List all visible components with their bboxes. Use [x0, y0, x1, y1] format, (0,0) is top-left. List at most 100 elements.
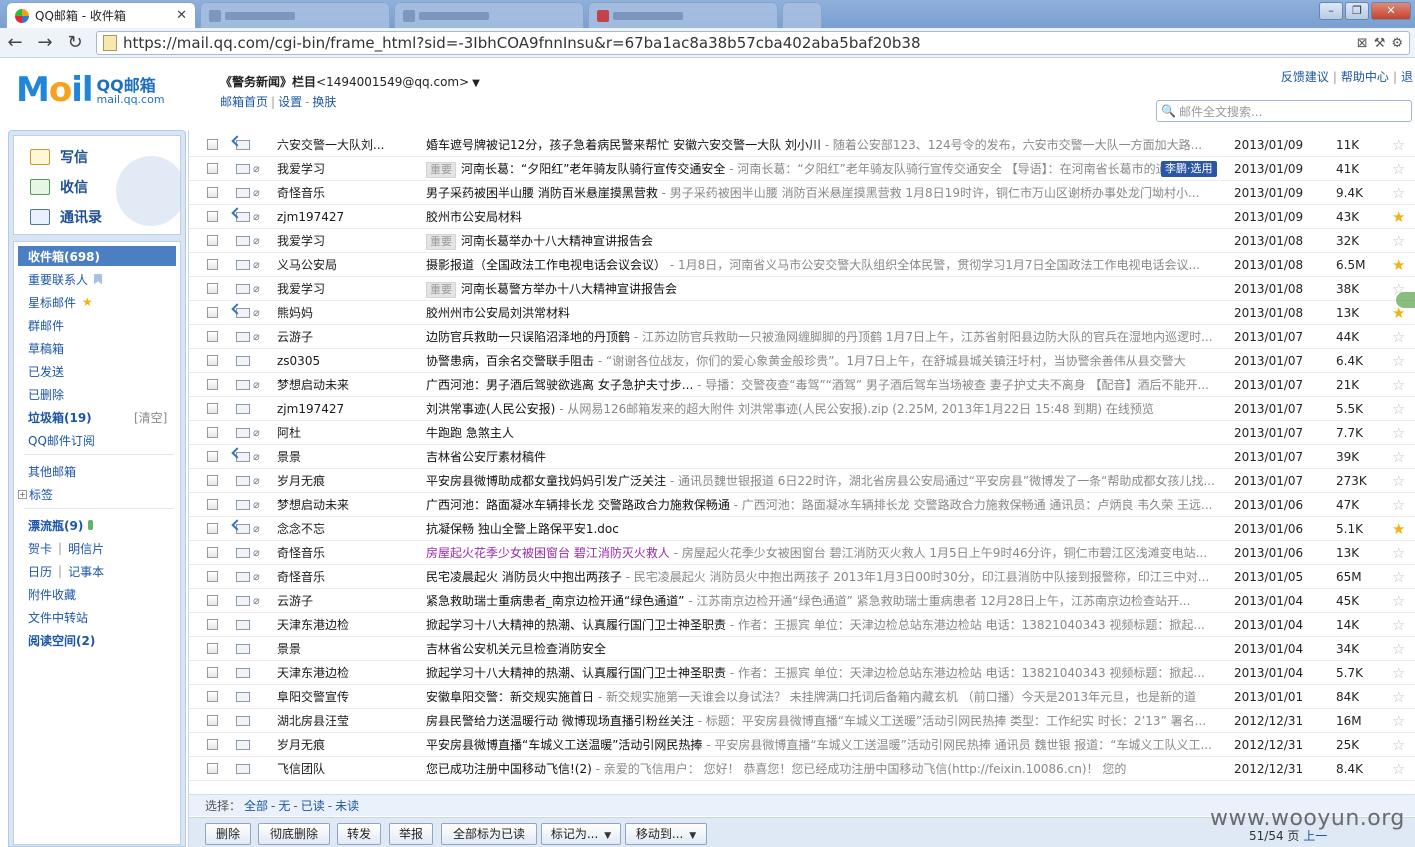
row-checkbox[interactable]: [207, 235, 218, 246]
delete-button[interactable]: 删除: [205, 823, 251, 845]
close-icon[interactable]: ✕: [176, 8, 187, 23]
mail-subject[interactable]: 广西河池：男子酒后驾驶欲逃离 女子急护夫寸步... - 导播：交警夜查“毒驾”“…: [426, 376, 1219, 393]
row-checkbox[interactable]: [207, 667, 218, 678]
table-row[interactable]: 岁月无痕 平安房县微博直播“车城义工送温暖”活动引网民热捧 - 平安房县微博直播“…: [189, 733, 1415, 757]
table-row[interactable]: ⌀ 我爱学习 重要 河南长葛：“夕阳红”老年骑友队骑行宣传交通安全 - 河南长葛：“夕…: [189, 157, 1415, 181]
row-checkbox[interactable]: [207, 547, 218, 558]
mail-subject[interactable]: 房县民警给力送温暖行动 微博现场直播引粉丝关注 - 标题：平安房县微博直播“车城…: [426, 712, 1219, 729]
table-row[interactable]: 飞信团队 您已成功注册中国移动飞信!(2) - 亲爱的飞信用户： 您好！ 恭喜您！…: [189, 757, 1415, 781]
table-row[interactable]: ⌀ 奇怪音乐 房屋起火花季少女被困窗台 碧江消防灭火救人 - 房屋起火花季少女被困窗…: [189, 541, 1415, 565]
star-icon[interactable]: ☆: [1392, 472, 1405, 490]
star-icon[interactable]: ☆: [1392, 568, 1405, 586]
table-row[interactable]: ⌀ 梦想启动未来 广西河池：男子酒后驾驶欲逃离 女子急护夫寸步... - 导播：交警…: [189, 373, 1415, 397]
table-row[interactable]: ⌀ 云游子 紧急救助瑞士重病患者_南京边检开通“绿色通道” - 江苏南京边检开通“绿…: [189, 589, 1415, 613]
star-icon[interactable]: ☆: [1392, 640, 1405, 658]
mail-subject[interactable]: 您已成功注册中国移动飞信!(2) - 亲爱的飞信用户： 您好！ 恭喜您！您已经成…: [426, 760, 1219, 777]
calendar-link[interactable]: 日历: [28, 563, 52, 580]
folder-group-mail[interactable]: 群邮件: [28, 315, 64, 335]
postcards-link[interactable]: 明信片: [68, 540, 104, 557]
mail-subject[interactable]: 胶州市公安局材料: [426, 208, 1219, 225]
mail-subject[interactable]: 摄影报道（全国政法工作电视电话会议会议） - 1月8日，河南省义马市公安交警大队…: [426, 256, 1219, 273]
mail-subject[interactable]: 边防官兵救助一只误陷沼泽地的丹顶鹤 - 江苏边防官兵救助一只被渔网缠脚脚的丹顶鹤…: [426, 328, 1219, 345]
logout-link[interactable]: 退: [1401, 70, 1413, 84]
table-row[interactable]: 天津东港边检 掀起学习十八大精神的热潮、认真履行国门卫士神圣职责 - 作者：王振宾…: [189, 661, 1415, 685]
folder-tags[interactable]: + 标签: [18, 484, 53, 504]
mail-subject[interactable]: 民宅凌晨起火 消防员火中抱出两孩子 - 民宅凌晨起火 消防员火中抱出两孩子 20…: [426, 568, 1219, 585]
reload-icon[interactable]: ↻: [64, 32, 86, 54]
back-arrow-icon[interactable]: ←: [4, 32, 26, 54]
row-checkbox[interactable]: [207, 523, 218, 534]
table-row[interactable]: ⌀ 义马公安局 摄影报道（全国政法工作电视电话会议会议） - 1月8日，河南省义马市…: [189, 253, 1415, 277]
settings-link[interactable]: 设置: [278, 95, 302, 109]
row-checkbox[interactable]: [207, 691, 218, 702]
table-row[interactable]: zs0305 协警患病，百余名交警联手阻击 - “谢谢各位战友，你们的爱心象黄金般…: [189, 349, 1415, 373]
table-row[interactable]: zjm197427 刘洪常事迹(人民公安报) - 从网易126邮箱发来的超大附件 …: [189, 397, 1415, 421]
mail-subject[interactable]: 房屋起火花季少女被困窗台 碧江消防灭火救人 - 房屋起火花季少女被困窗台 碧江消…: [426, 544, 1219, 561]
mark-as-dropdown[interactable]: 标记为... ▼: [541, 823, 621, 845]
mail-subject[interactable]: 掀起学习十八大精神的热潮、认真履行国门卫士神圣职责 - 作者：王振宾 单位：天津…: [426, 664, 1219, 681]
url-input[interactable]: https://mail.qq.com/cgi-bin/frame_html?s…: [96, 31, 1410, 55]
browser-tab-active[interactable]: QQ邮箱 - 收件箱 ✕: [6, 2, 196, 28]
folder-sent[interactable]: 已发送: [28, 361, 64, 381]
mail-subject[interactable]: 安徽阜阳交警：新交规实施首日 - 新交规实施第一天谁会以身试法？ 未挂牌满口托词…: [426, 688, 1219, 705]
row-checkbox[interactable]: [207, 763, 218, 774]
select-unread-link[interactable]: 未读: [335, 797, 359, 814]
row-checkbox[interactable]: [207, 595, 218, 606]
row-checkbox[interactable]: [207, 739, 218, 750]
mail-subject[interactable]: 胶州州市公安局刘洪常材料: [426, 304, 1219, 321]
change-skin-link[interactable]: 换肤: [312, 95, 336, 109]
star-icon[interactable]: ☆: [1392, 544, 1405, 562]
row-checkbox[interactable]: [207, 307, 218, 318]
mail-subject[interactable]: 紧急救助瑞士重病患者_南京边检开通“绿色通道” - 江苏南京边检开通“绿色通道”…: [426, 592, 1219, 609]
mail-subject[interactable]: 广西河池：路面凝冰车辆排长龙 交警路政合力施救保畅通 - 广西河池：路面凝冰车辆…: [426, 496, 1219, 513]
table-row[interactable]: 湖北房县汪莹 房县民警给力送温暖行动 微博现场直播引粉丝关注 - 标题：平安房县微…: [189, 709, 1415, 733]
search-input[interactable]: 🔍 邮件全文搜索...: [1156, 100, 1412, 122]
table-row[interactable]: 天津东港边检 掀起学习十八大精神的热潮、认真履行国门卫士神圣职责 - 作者：王振宾…: [189, 613, 1415, 637]
folder-other-mail[interactable]: 其他邮箱: [28, 461, 76, 481]
table-row[interactable]: ⌀ 奇怪音乐 民宅凌晨起火 消防员火中抱出两孩子 - 民宅凌晨起火 消防员火中抱出两…: [189, 565, 1415, 589]
star-icon[interactable]: ☆: [1392, 664, 1405, 682]
table-row[interactable]: ⌀ 熊妈妈 胶州州市公安局刘洪常材料 2013/01/08 13K ★: [189, 301, 1415, 325]
delete-forever-button[interactable]: 彻底删除: [258, 823, 330, 845]
folder-vip-contacts[interactable]: 重要联系人: [28, 269, 103, 289]
table-row[interactable]: 景景 吉林省公安机关元旦检查消防安全 2013/01/04 34K ☆: [189, 637, 1415, 661]
mail-subject[interactable]: 牛跑跑 急煞主人: [426, 424, 1219, 441]
row-checkbox[interactable]: [207, 163, 218, 174]
row-checkbox[interactable]: [207, 139, 218, 150]
account-info[interactable]: 《警务新闻》栏目<1494001549@qq.com> ▼: [220, 73, 480, 90]
folder-deleted[interactable]: 已删除: [28, 384, 64, 404]
table-row[interactable]: ⌀ zjm197427 胶州市公安局材料 2013/01/09 43K ★: [189, 205, 1415, 229]
star-icon[interactable]: ☆: [1392, 328, 1405, 346]
mail-home-link[interactable]: 邮箱首页: [220, 95, 268, 109]
table-row[interactable]: ⌀ 阿杜 牛跑跑 急煞主人 2013/01/07 7.7K ☆: [189, 421, 1415, 445]
receive-mail-button[interactable]: 收信: [30, 176, 88, 198]
report-button[interactable]: 举报: [389, 823, 433, 845]
restore-icon[interactable]: ❐: [1345, 2, 1369, 20]
new-tab-button[interactable]: [782, 2, 822, 28]
mail-subject[interactable]: 吉林省公安机关元旦检查消防安全: [426, 640, 1219, 657]
mail-subject[interactable]: 婚车遮号牌被记12分，孩子急着病民警来帮忙 安徽六安交警一大队 刘小川 - 随着…: [426, 136, 1219, 153]
row-checkbox[interactable]: [207, 499, 218, 510]
folder-starred[interactable]: 星标邮件 ★: [28, 292, 93, 312]
star-icon[interactable]: ☆: [1392, 688, 1405, 706]
select-none-link[interactable]: 无: [278, 797, 290, 814]
row-checkbox[interactable]: [207, 403, 218, 414]
minimize-icon[interactable]: –: [1319, 2, 1343, 20]
row-checkbox[interactable]: [207, 643, 218, 654]
star-icon[interactable]: ☆: [1392, 712, 1405, 730]
qq-mail-logo[interactable]: Moil QQ邮箱 mail.qq.com: [16, 73, 165, 107]
mail-subject[interactable]: 抗凝保畅 独山全警上路保平安1.doc: [426, 520, 1219, 537]
mail-subject[interactable]: 刘洪常事迹(人民公安报) - 从网易126邮箱发来的超大附件 刘洪常事迹(人民公…: [426, 400, 1219, 417]
side-widget-tab[interactable]: [1396, 292, 1415, 308]
greeting-cards-link[interactable]: 贺卡: [28, 540, 52, 557]
row-checkbox[interactable]: [207, 331, 218, 342]
mail-subject[interactable]: 重要 河南长葛警方举办十八大精神宣讲报告会: [426, 280, 1219, 298]
blocked-popup-icon[interactable]: ⊠: [1357, 36, 1368, 51]
table-row[interactable]: 六安交警一大队刘... 婚车遮号牌被记12分，孩子急着病民警来帮忙 安徽六安交警一…: [189, 133, 1415, 157]
star-icon[interactable]: ☆: [1392, 160, 1405, 178]
row-checkbox[interactable]: [207, 571, 218, 582]
star-icon[interactable]: ☆: [1392, 400, 1405, 418]
row-checkbox[interactable]: [207, 619, 218, 630]
star-icon[interactable]: ☆: [1392, 760, 1405, 778]
star-icon[interactable]: ☆: [1392, 424, 1405, 442]
